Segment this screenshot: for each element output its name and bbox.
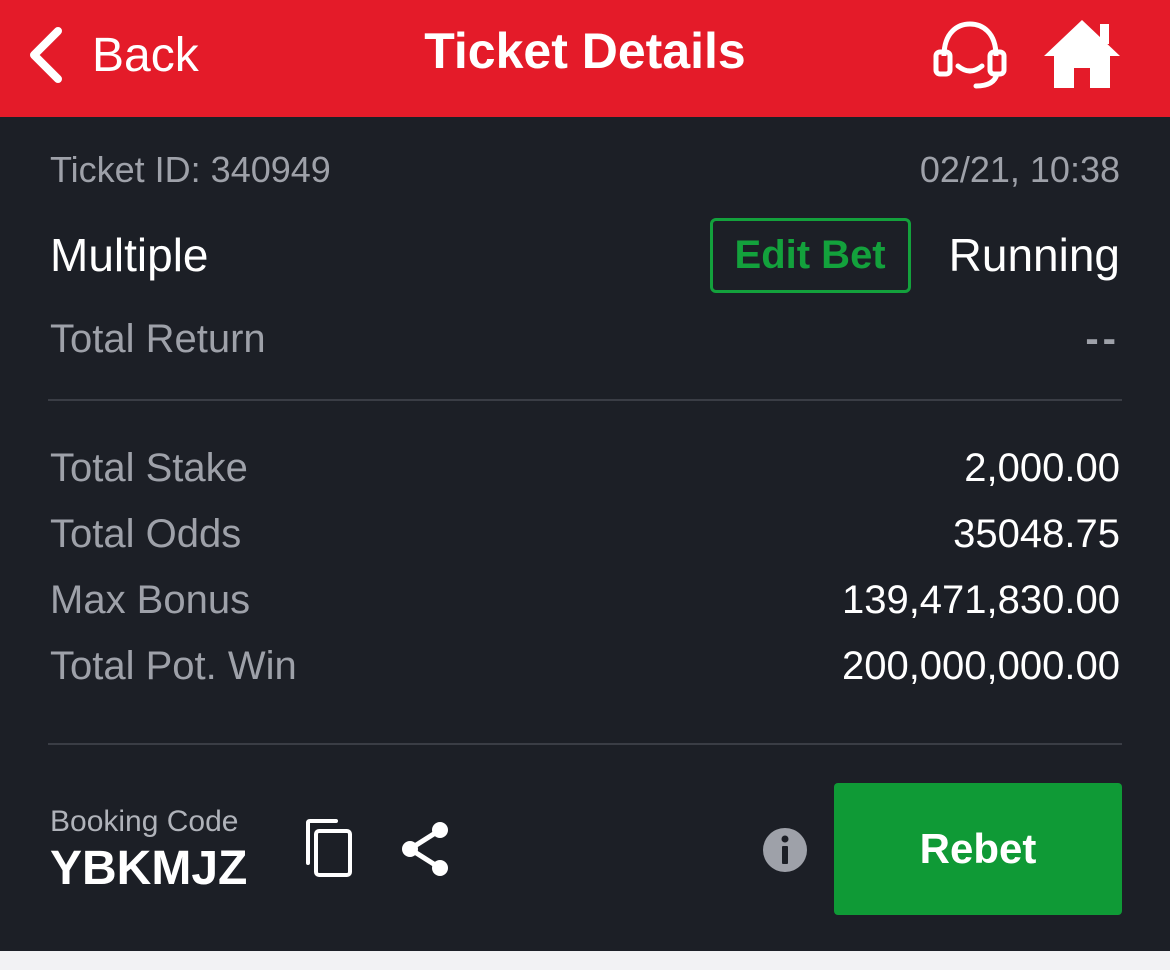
summary-row-total-stake: Total Stake 2,000.00 [50,435,1120,501]
copy-icon[interactable] [300,817,356,879]
summary-label: Total Stake [50,445,248,490]
summary-label: Total Odds [50,511,242,556]
total-return-label: Total Return [50,317,266,361]
info-icon[interactable] [762,827,808,873]
total-return-value: -- [1085,317,1120,361]
summary-row-total-odds: Total Odds 35048.75 [50,501,1120,567]
summary-value: 200,000,000.00 [841,643,1120,688]
status-text: Running [948,229,1120,281]
ticket-meta-row: Ticket ID: 340949 02/21, 10:38 [50,149,1120,191]
bet-type-row: Multiple Edit Bet Running [50,217,1120,293]
summary-row-max-bonus: Max Bonus 139,471,830.00 [50,567,1120,633]
share-icon[interactable] [398,819,454,879]
edit-bet-button[interactable]: Edit Bet [709,217,911,293]
ticket-id: Ticket ID: 340949 [50,149,331,190]
summary-list: Total Stake 2,000.00 Total Odds 35048.75… [50,435,1120,699]
total-return-row: Total Return -- [50,317,1120,362]
home-icon[interactable] [1040,16,1124,92]
bottom-strip [0,951,1170,970]
booking-code-label: Booking Code [50,805,239,838]
type-actions: Edit Bet Running [709,217,1120,293]
summary-value: 2,000.00 [964,445,1120,490]
summary-label: Max Bonus [50,577,251,622]
bet-type: Multiple [50,229,209,281]
header-bar: Back Ticket Details [0,0,1170,117]
ticket-card: Ticket ID: 340949 02/21, 10:38 Multiple … [0,117,1170,951]
summary-label: Total Pot. Win [50,643,297,688]
summary-row-total-pot-win: Total Pot. Win 200,000,000.00 [50,633,1120,699]
rebet-button[interactable]: Rebet [834,783,1122,915]
summary-value: 139,471,830.00 [841,577,1120,622]
summary-value: 35048.75 [953,511,1120,556]
booking-code: YBKMJZ [50,842,248,895]
divider [48,743,1122,745]
headset-icon[interactable] [930,18,1010,90]
ticket-datetime: 02/21, 10:38 [919,149,1120,190]
divider [48,399,1122,401]
